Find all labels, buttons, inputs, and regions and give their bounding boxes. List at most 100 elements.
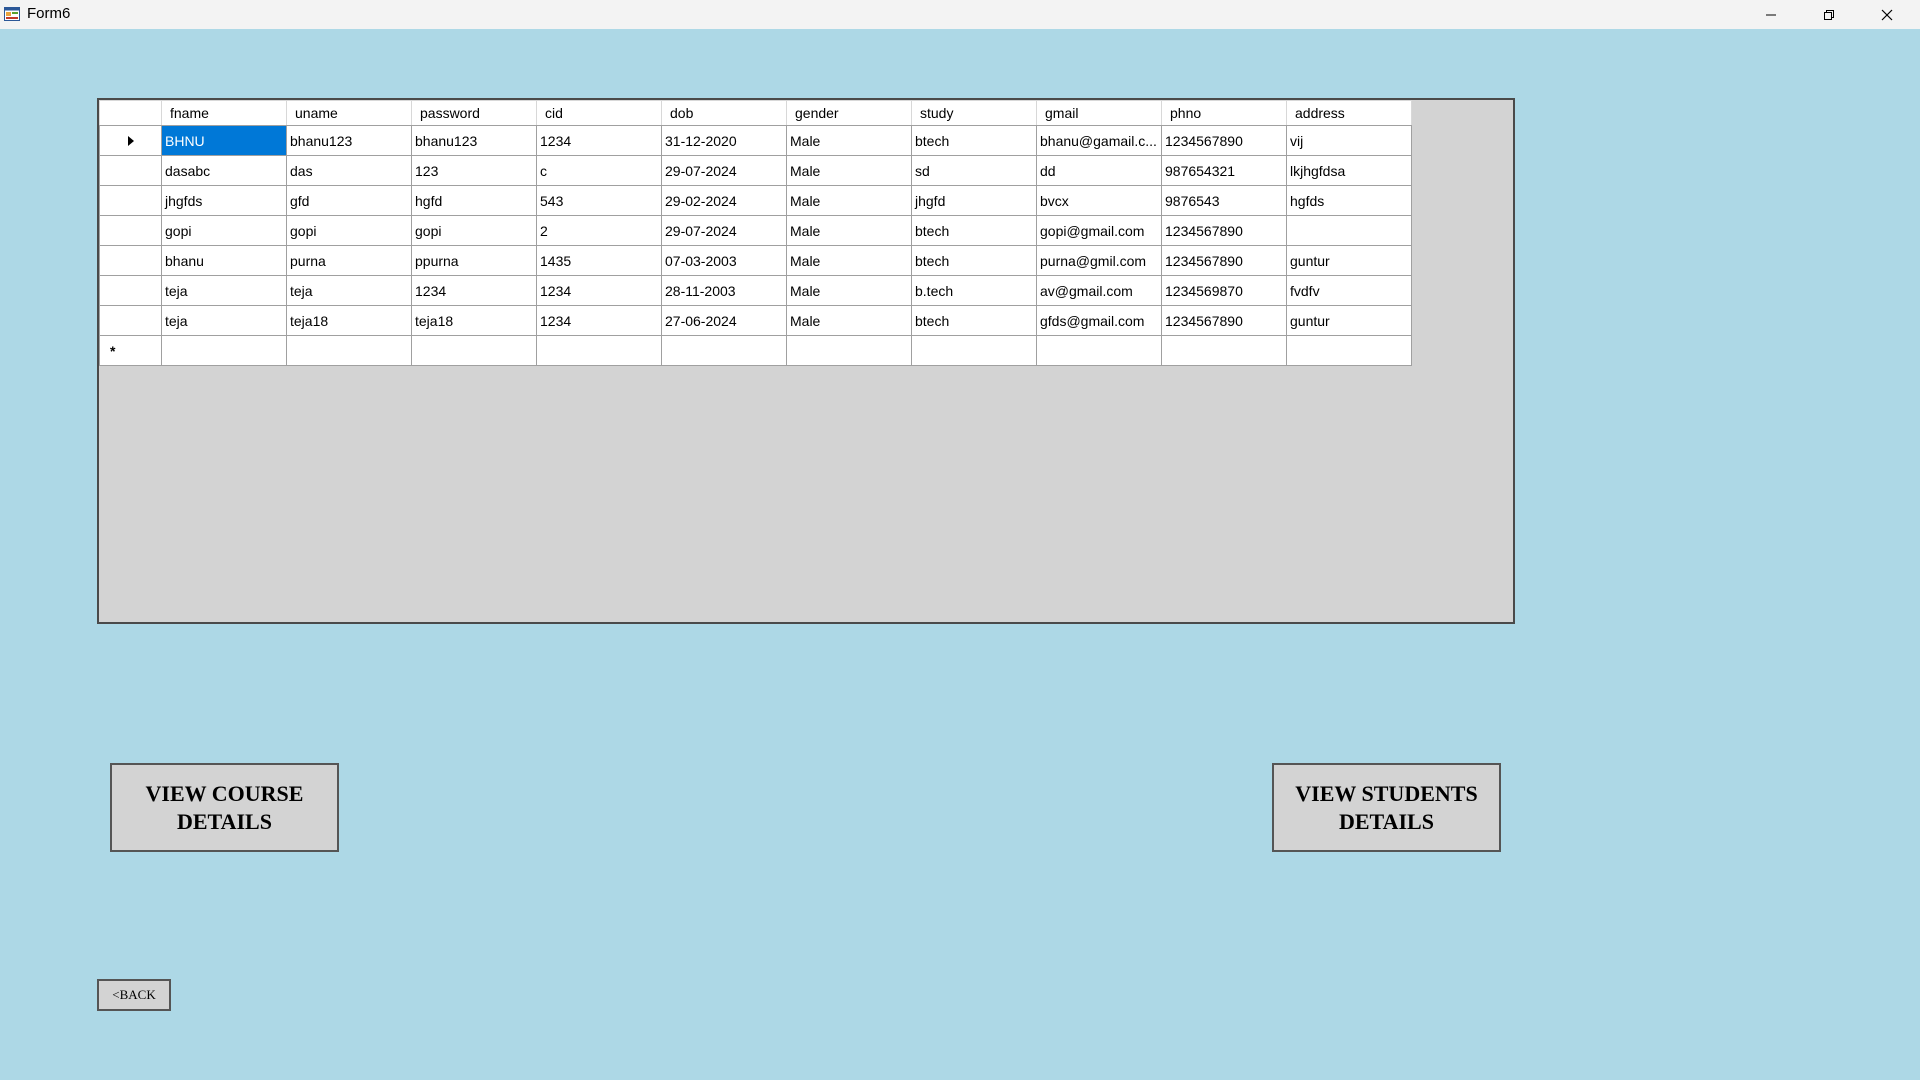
column-header-fname[interactable]: fname	[161, 100, 287, 126]
column-header-uname[interactable]: uname	[286, 100, 412, 126]
grid-cell-cid[interactable]: c	[536, 155, 662, 186]
grid-cell-cid[interactable]: 1234	[536, 125, 662, 156]
grid-cell-study[interactable]: jhgfd	[911, 185, 1037, 216]
grid-cell-gmail[interactable]: bhanu@gamail.c...	[1036, 125, 1162, 156]
row-header[interactable]	[99, 155, 162, 186]
new-row-cell-fname[interactable]	[161, 335, 287, 366]
grid-cell-password[interactable]: bhanu123	[411, 125, 537, 156]
row-header[interactable]	[99, 185, 162, 216]
grid-cell-gender[interactable]: Male	[786, 245, 912, 276]
grid-cell-fname[interactable]: teja	[161, 305, 287, 336]
students-data-grid[interactable]: fname uname password cid dob gender study gmail…	[97, 98, 1515, 624]
table-row[interactable]: gopi gopi gopi 2 29-07-2024 Male btech gopi@gma…	[99, 215, 1412, 246]
grid-cell-phno[interactable]: 1234567890	[1161, 245, 1287, 276]
table-row[interactable]: teja teja 1234 1234 28-11-2003 Male b.tech av@g…	[99, 275, 1412, 306]
grid-cell-uname[interactable]: teja18	[286, 305, 412, 336]
grid-cell-uname[interactable]: teja	[286, 275, 412, 306]
column-header-address[interactable]: address	[1286, 100, 1412, 126]
grid-cell-gender[interactable]: Male	[786, 125, 912, 156]
new-row-cell-uname[interactable]	[286, 335, 412, 366]
grid-cell-study[interactable]: btech	[911, 125, 1037, 156]
grid-corner-header[interactable]	[99, 100, 162, 126]
grid-cell-fname[interactable]: teja	[161, 275, 287, 306]
row-header[interactable]	[99, 125, 162, 156]
table-row[interactable]: bhanu purna ppurna 1435 07-03-2003 Male btech p…	[99, 245, 1412, 276]
grid-cell-dob[interactable]: 29-07-2024	[661, 215, 787, 246]
grid-cell-dob[interactable]: 29-02-2024	[661, 185, 787, 216]
grid-cell-fname[interactable]: bhanu	[161, 245, 287, 276]
table-row[interactable]: dasabc das 123 c 29-07-2024 Male sd dd 987654321…	[99, 155, 1412, 186]
grid-cell-fname[interactable]: BHNU	[161, 125, 287, 156]
grid-cell-dob[interactable]: 31-12-2020	[661, 125, 787, 156]
grid-cell-password[interactable]: 1234	[411, 275, 537, 306]
grid-cell-cid[interactable]: 2	[536, 215, 662, 246]
column-header-password[interactable]: password	[411, 100, 537, 126]
close-button[interactable]	[1858, 0, 1916, 29]
grid-cell-uname[interactable]: gfd	[286, 185, 412, 216]
new-row-cell-gmail[interactable]	[1036, 335, 1162, 366]
column-header-study[interactable]: study	[911, 100, 1037, 126]
column-header-gmail[interactable]: gmail	[1036, 100, 1162, 126]
new-row-cell-password[interactable]	[411, 335, 537, 366]
grid-cell-phno[interactable]: 1234567890	[1161, 215, 1287, 246]
minimize-button[interactable]	[1742, 0, 1800, 29]
table-row[interactable]: jhgfds gfd hgfd 543 29-02-2024 Male jhgfd bvcx 9…	[99, 185, 1412, 216]
grid-cell-uname[interactable]: gopi	[286, 215, 412, 246]
grid-cell-phno[interactable]: 987654321	[1161, 155, 1287, 186]
grid-cell-phno[interactable]: 9876543	[1161, 185, 1287, 216]
grid-cell-gender[interactable]: Male	[786, 215, 912, 246]
column-header-cid[interactable]: cid	[536, 100, 662, 126]
grid-cell-address[interactable]: guntur	[1286, 305, 1412, 336]
grid-cell-dob[interactable]: 27-06-2024	[661, 305, 787, 336]
grid-cell-gmail[interactable]: purna@gmil.com	[1036, 245, 1162, 276]
grid-cell-address[interactable]: vij	[1286, 125, 1412, 156]
column-header-dob[interactable]: dob	[661, 100, 787, 126]
back-button[interactable]: <BACK	[97, 979, 171, 1011]
grid-cell-password[interactable]: hgfd	[411, 185, 537, 216]
column-header-gender[interactable]: gender	[786, 100, 912, 126]
grid-cell-password[interactable]: 123	[411, 155, 537, 186]
grid-cell-gender[interactable]: Male	[786, 275, 912, 306]
new-row-cell-gender[interactable]	[786, 335, 912, 366]
grid-cell-phno[interactable]: 1234569870	[1161, 275, 1287, 306]
grid-cell-cid[interactable]: 1234	[536, 305, 662, 336]
grid-cell-study[interactable]: btech	[911, 305, 1037, 336]
grid-cell-fname[interactable]: gopi	[161, 215, 287, 246]
grid-cell-gmail[interactable]: av@gmail.com	[1036, 275, 1162, 306]
grid-cell-dob[interactable]: 28-11-2003	[661, 275, 787, 306]
grid-cell-dob[interactable]: 07-03-2003	[661, 245, 787, 276]
grid-cell-gmail[interactable]: gopi@gmail.com	[1036, 215, 1162, 246]
grid-cell-gmail[interactable]: bvcx	[1036, 185, 1162, 216]
grid-cell-phno[interactable]: 1234567890	[1161, 125, 1287, 156]
grid-cell-address[interactable]: hgfds	[1286, 185, 1412, 216]
grid-cell-password[interactable]: teja18	[411, 305, 537, 336]
grid-cell-gender[interactable]: Male	[786, 155, 912, 186]
grid-cell-password[interactable]: gopi	[411, 215, 537, 246]
row-header[interactable]	[99, 305, 162, 336]
grid-cell-uname[interactable]: das	[286, 155, 412, 186]
grid-cell-study[interactable]: btech	[911, 245, 1037, 276]
grid-cell-study[interactable]: btech	[911, 215, 1037, 246]
grid-cell-fname[interactable]: jhgfds	[161, 185, 287, 216]
grid-cell-address[interactable]: lkjhgfdsa	[1286, 155, 1412, 186]
new-row-cell-phno[interactable]	[1161, 335, 1287, 366]
grid-cell-study[interactable]: sd	[911, 155, 1037, 186]
grid-cell-gender[interactable]: Male	[786, 305, 912, 336]
grid-cell-phno[interactable]: 1234567890	[1161, 305, 1287, 336]
maximize-button[interactable]	[1800, 0, 1858, 29]
grid-cell-password[interactable]: ppurna	[411, 245, 537, 276]
grid-cell-cid[interactable]: 543	[536, 185, 662, 216]
grid-cell-study[interactable]: b.tech	[911, 275, 1037, 306]
column-header-phno[interactable]: phno	[1161, 100, 1287, 126]
new-row-cell-study[interactable]	[911, 335, 1037, 366]
new-row-cell-cid[interactable]	[536, 335, 662, 366]
view-course-details-button[interactable]: VIEW COURSE DETAILS	[110, 763, 339, 852]
grid-cell-gender[interactable]: Male	[786, 185, 912, 216]
new-row-cell-dob[interactable]	[661, 335, 787, 366]
grid-cell-address[interactable]: guntur	[1286, 245, 1412, 276]
table-row[interactable]: BHNU bhanu123 bhanu123 1234 31-12-2020 Male bt…	[99, 125, 1412, 156]
view-students-details-button[interactable]: VIEW STUDENTS DETAILS	[1272, 763, 1501, 852]
new-row[interactable]: *	[99, 335, 1412, 366]
grid-cell-address[interactable]: fvdfv	[1286, 275, 1412, 306]
grid-cell-fname[interactable]: dasabc	[161, 155, 287, 186]
